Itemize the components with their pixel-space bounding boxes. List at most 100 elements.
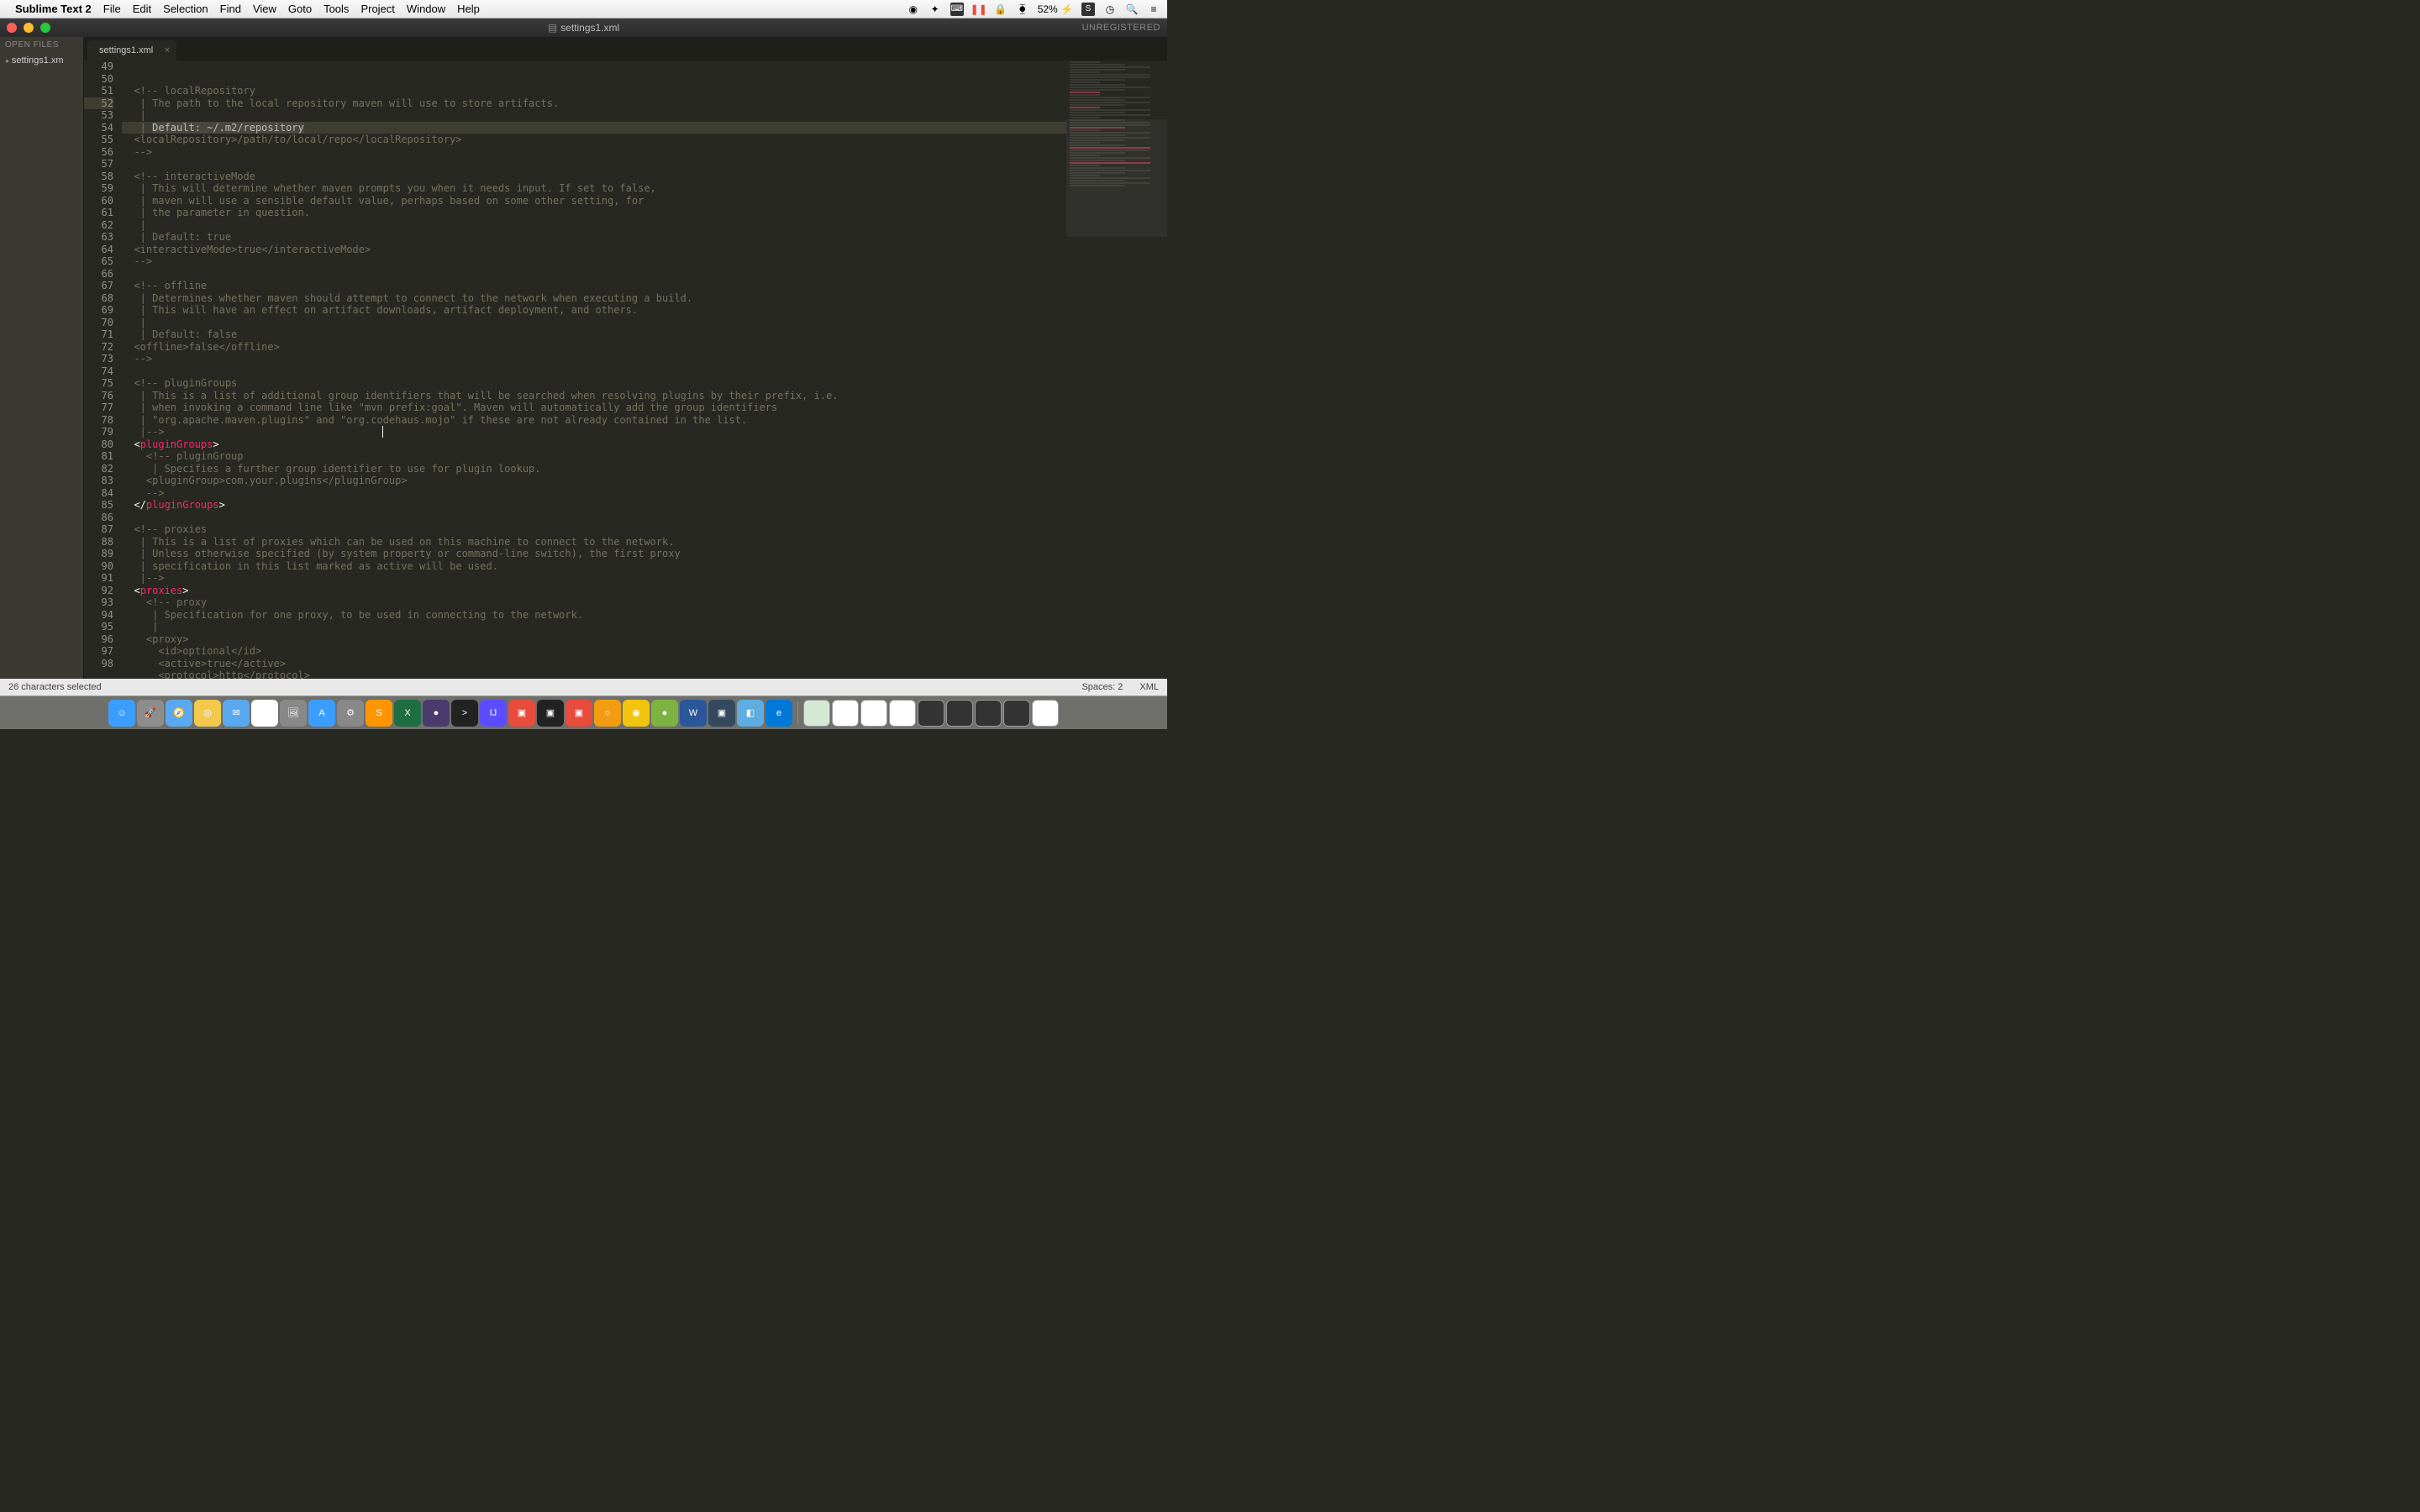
code-line[interactable]: | Specifies a further group identifier t…: [122, 463, 1066, 475]
code-line[interactable]: [122, 158, 1066, 171]
code-line[interactable]: <protocol>http</protocol>: [122, 669, 1066, 679]
dock-calendar-icon[interactable]: 23: [251, 700, 278, 727]
code-line[interactable]: <active>true</active>: [122, 658, 1066, 670]
dock-minimized-window[interactable]: [832, 700, 859, 727]
dock-edge-icon[interactable]: e: [765, 700, 792, 727]
dock-app5-icon[interactable]: ◉: [623, 700, 650, 727]
menu-selection[interactable]: Selection: [163, 3, 208, 15]
code-line[interactable]: -->: [122, 487, 1066, 500]
status-pause-icon[interactable]: ❚❚: [972, 3, 986, 16]
code-line[interactable]: | Default: ~/.m2/repository: [122, 122, 1066, 134]
dock-terminal-icon[interactable]: >: [451, 700, 478, 727]
minimize-window-button[interactable]: [24, 23, 34, 33]
code-line[interactable]: | This is a list of proxies which can be…: [122, 536, 1066, 549]
code-line[interactable]: <proxy>: [122, 633, 1066, 646]
dock-minimized-window[interactable]: [803, 700, 830, 727]
minimap[interactable]: [1066, 60, 1167, 679]
code-line[interactable]: | The path to the local repository maven…: [122, 97, 1066, 110]
dock-app8-icon[interactable]: ◧: [737, 700, 764, 727]
status-bird-icon[interactable]: ✦: [929, 3, 942, 16]
status-keyboard-icon[interactable]: ⌨: [950, 3, 964, 16]
dock-minimized-window[interactable]: [860, 700, 887, 727]
code-line[interactable]: | This will have an effect on artifact d…: [122, 304, 1066, 317]
menu-help[interactable]: Help: [457, 3, 480, 15]
dock-minimized-window[interactable]: [1003, 700, 1030, 727]
code-line[interactable]: [122, 365, 1066, 378]
code-line[interactable]: <proxies>: [122, 585, 1066, 597]
code-line[interactable]: -->: [122, 255, 1066, 268]
menu-tools[interactable]: Tools: [324, 3, 349, 15]
code-line[interactable]: <offline>false</offline>: [122, 341, 1066, 354]
code-line[interactable]: | specification in this list marked as a…: [122, 560, 1066, 573]
dock-app3-icon[interactable]: ▣: [566, 700, 592, 727]
dock-intellij-icon[interactable]: IJ: [480, 700, 507, 727]
dock-excel-icon[interactable]: X: [394, 700, 421, 727]
code-line[interactable]: |: [122, 109, 1066, 122]
dock-safari-icon[interactable]: 🧭: [166, 700, 192, 727]
dock-minimized-window[interactable]: [1032, 700, 1059, 727]
status-spaces[interactable]: Spaces: 2: [1081, 682, 1123, 692]
code-line[interactable]: <interactiveMode>true</interactiveMode>: [122, 244, 1066, 256]
menu-file[interactable]: File: [103, 3, 121, 15]
code-line[interactable]: <!-- proxy: [122, 596, 1066, 609]
dock-app2-icon[interactable]: ▣: [537, 700, 564, 727]
code-line[interactable]: <!-- pluginGroup: [122, 450, 1066, 463]
code-line[interactable]: <localRepository>/path/to/local/repo</lo…: [122, 134, 1066, 146]
dock-minimized-window[interactable]: [975, 700, 1002, 727]
code-line[interactable]: | the parameter in question.: [122, 207, 1066, 219]
dock-eclipse-icon[interactable]: ●: [423, 700, 450, 727]
code-line[interactable]: |-->: [122, 572, 1066, 585]
menu-edit[interactable]: Edit: [133, 3, 151, 15]
code-line[interactable]: | Specification for one proxy, to be use…: [122, 609, 1066, 622]
zoom-window-button[interactable]: [40, 23, 50, 33]
code-line[interactable]: |: [122, 317, 1066, 329]
menu-icon[interactable]: ≡: [1147, 3, 1160, 16]
sidebar-file-entry[interactable]: ● settings1.xm: [0, 53, 83, 68]
tab-close-icon[interactable]: ×: [165, 45, 170, 55]
menu-view[interactable]: View: [253, 3, 276, 15]
app-name[interactable]: Sublime Text 2: [15, 3, 92, 15]
status-wifi-icon[interactable]: ⧳: [1016, 3, 1029, 16]
code-line[interactable]: | Determines whether maven should attemp…: [122, 292, 1066, 305]
dock-appstore-icon[interactable]: A: [308, 700, 335, 727]
code-line[interactable]: <id>optional</id>: [122, 645, 1066, 658]
dock-chrome-icon[interactable]: ◎: [194, 700, 221, 727]
menu-project[interactable]: Project: [360, 3, 394, 15]
code-line[interactable]: | Default: false: [122, 328, 1066, 341]
status-clock-icon[interactable]: ◷: [1103, 3, 1117, 16]
dock-launchpad-icon[interactable]: 🚀: [137, 700, 164, 727]
dock-app1-icon[interactable]: ▣: [508, 700, 535, 727]
dock-preview-icon[interactable]: 🖼: [280, 700, 307, 727]
status-lock-icon[interactable]: 🔒: [994, 3, 1007, 16]
code-line[interactable]: | This is a list of additional group ide…: [122, 390, 1066, 402]
dock-app4-icon[interactable]: ○: [594, 700, 621, 727]
dock-finder-icon[interactable]: ☺: [108, 700, 135, 727]
spotlight-icon[interactable]: 🔍: [1125, 3, 1139, 16]
code-line[interactable]: -->: [122, 353, 1066, 365]
code-line[interactable]: [122, 268, 1066, 281]
dock-gear-icon[interactable]: ⚙: [337, 700, 364, 727]
dock-minimized-window[interactable]: [918, 700, 944, 727]
code-line[interactable]: |: [122, 621, 1066, 633]
code-text[interactable]: <!-- localRepository | The path to the l…: [122, 60, 1066, 679]
close-window-button[interactable]: [7, 23, 17, 33]
code-line[interactable]: |-->: [122, 426, 1066, 438]
dock-app6-icon[interactable]: ●: [651, 700, 678, 727]
dock-mail-icon[interactable]: ✉: [223, 700, 250, 727]
code-line[interactable]: | maven will use a sensible default valu…: [122, 195, 1066, 207]
code-line[interactable]: <!-- proxies: [122, 523, 1066, 536]
code-line[interactable]: | when invoking a command line like "mvn…: [122, 402, 1066, 414]
code-line[interactable]: | "org.apache.maven.plugins" and "org.co…: [122, 414, 1066, 427]
code-line[interactable]: [122, 512, 1066, 524]
dock-sublime-icon[interactable]: S: [366, 700, 392, 727]
status-syntax[interactable]: XML: [1139, 682, 1159, 692]
code-line[interactable]: <pluginGroup>com.your.plugins</pluginGro…: [122, 475, 1066, 487]
tab-settings1[interactable]: settings1.xml ×: [87, 40, 176, 60]
code-line[interactable]: <!-- interactiveMode: [122, 171, 1066, 183]
minimap-viewport[interactable]: [1066, 119, 1167, 237]
status-record-icon[interactable]: ◉: [907, 3, 920, 16]
code-line[interactable]: | Default: true: [122, 231, 1066, 244]
code-line[interactable]: | This will determine whether maven prom…: [122, 182, 1066, 195]
code-line[interactable]: <pluginGroups>: [122, 438, 1066, 451]
code-line[interactable]: <!-- offline: [122, 280, 1066, 292]
